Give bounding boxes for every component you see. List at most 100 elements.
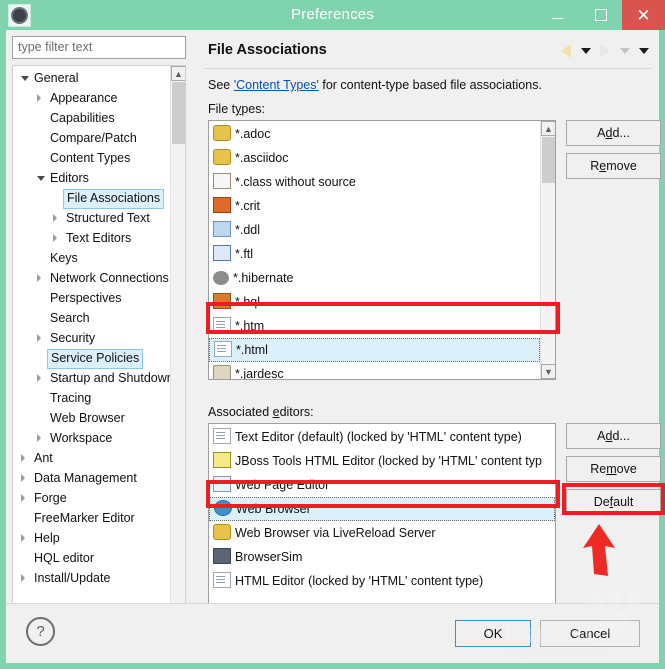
sidebar-item-startup-and-shutdown[interactable]: Startup and Shutdown bbox=[13, 368, 174, 388]
sidebar-item-label: Compare/Patch bbox=[50, 131, 137, 145]
sidebar-item-structured-text[interactable]: Structured Text bbox=[13, 208, 173, 228]
sidebar-item-text-editors[interactable]: Text Editors bbox=[13, 228, 173, 248]
tree-vertical-scrollbar[interactable]: ▲ ▼ bbox=[170, 66, 185, 624]
hint-prefix: See bbox=[208, 78, 234, 92]
sidebar-item-label: Content Types bbox=[50, 151, 131, 165]
help-icon[interactable]: ? bbox=[26, 617, 55, 646]
sidebar-item-freemarker-editor[interactable]: FreeMarker Editor bbox=[13, 508, 173, 528]
sidebar-item-capabilities[interactable]: Capabilities bbox=[13, 108, 173, 128]
preferences-tree[interactable]: General Appearance Capabilities Compare/Pat… bbox=[12, 65, 186, 625]
sidebar-item-appearance[interactable]: Appearance bbox=[13, 88, 173, 108]
list-item-label: *.asciidoc bbox=[235, 151, 289, 165]
sidebar-item-install-update[interactable]: Install/Update bbox=[13, 568, 173, 588]
sidebar-item-forge[interactable]: Forge bbox=[13, 488, 173, 508]
chevron-right-icon[interactable] bbox=[21, 574, 25, 582]
ddl-file-icon bbox=[213, 221, 231, 237]
sidebar-item-editors[interactable]: Editors bbox=[13, 168, 173, 188]
list-item[interactable]: *.crit bbox=[209, 194, 540, 218]
sidebar-item-keys[interactable]: Keys bbox=[13, 248, 173, 268]
list-item[interactable]: *.jardesc bbox=[209, 362, 540, 380]
sidebar-item-label: HQL editor bbox=[34, 551, 94, 565]
sidebar-item-service-policies[interactable]: Service Policies bbox=[13, 348, 173, 369]
minimize-button[interactable] bbox=[536, 0, 579, 30]
sidebar-item-workspace[interactable]: Workspace bbox=[13, 428, 173, 448]
file-types-vertical-scrollbar[interactable]: ▲ ▼ bbox=[540, 121, 555, 379]
associated-editors-list[interactable]: Text Editor (default) (locked by 'HTML' … bbox=[208, 423, 556, 623]
list-item[interactable]: *.class without source bbox=[209, 170, 540, 194]
list-item[interactable]: *.ftl bbox=[209, 242, 540, 266]
list-item-label: *.jardesc bbox=[235, 367, 284, 380]
file-types-add-button[interactable]: Ad d... bbox=[566, 120, 661, 146]
file-types-scroll-up-icon[interactable]: ▲ bbox=[541, 121, 555, 136]
sidebar-item-help[interactable]: Help bbox=[13, 528, 173, 548]
list-item[interactable]: BrowserSim bbox=[209, 545, 555, 569]
ok-button[interactable]: OK bbox=[455, 620, 531, 647]
sidebar-item-compare-patch[interactable]: Compare/Patch bbox=[13, 128, 173, 148]
list-item[interactable]: Text Editor (default) (locked by 'HTML' … bbox=[209, 425, 555, 449]
back-arrow-icon[interactable] bbox=[561, 43, 572, 58]
chevron-right-icon[interactable] bbox=[21, 454, 25, 462]
sidebar-item-general[interactable]: General bbox=[13, 68, 173, 88]
list-item-label: Web Browser via LiveReload Server bbox=[235, 526, 436, 540]
chevron-down-icon[interactable] bbox=[37, 176, 45, 181]
sidebar-item-label: Security bbox=[50, 331, 96, 345]
sidebar-item-label: Help bbox=[34, 531, 60, 545]
forward-arrow-icon[interactable] bbox=[600, 43, 611, 58]
sidebar-item-web-browser[interactable]: Web Browser bbox=[13, 408, 173, 428]
chevron-right-icon[interactable] bbox=[37, 94, 41, 102]
chevron-right-icon[interactable] bbox=[53, 234, 57, 242]
sidebar-item-tracing[interactable]: Tracing bbox=[13, 388, 173, 408]
sidebar-item-perspectives[interactable]: Perspectives bbox=[13, 288, 173, 308]
chevron-right-icon[interactable] bbox=[53, 214, 57, 222]
list-item[interactable]: HTML Editor (locked by 'HTML' content ty… bbox=[209, 569, 555, 593]
list-item-label: *.ftl bbox=[235, 247, 254, 261]
page-navigation-icons bbox=[556, 42, 649, 62]
sidebar-item-content-types[interactable]: Content Types bbox=[13, 148, 173, 168]
list-item-label: *.html bbox=[236, 343, 268, 357]
list-item[interactable]: *.html bbox=[209, 338, 540, 362]
file-types-list[interactable]: *.adoc *.asciidoc *.class without source *.… bbox=[208, 120, 556, 380]
file-types-remove-button[interactable]: Re move bbox=[566, 153, 661, 179]
associated-editors-add-button[interactable]: Ad d... bbox=[566, 423, 661, 449]
sidebar-item-label: Ant bbox=[34, 451, 53, 465]
sidebar-item-file-associations[interactable]: File Associations bbox=[13, 188, 173, 209]
document-icon bbox=[214, 341, 232, 357]
forward-menu-chevron-down-icon[interactable] bbox=[619, 47, 630, 54]
back-menu-chevron-down-icon[interactable] bbox=[580, 47, 591, 54]
chevron-right-icon[interactable] bbox=[37, 274, 41, 282]
maximize-button[interactable] bbox=[579, 0, 622, 30]
chevron-right-icon[interactable] bbox=[37, 374, 41, 382]
sidebar-item-data-management[interactable]: Data Management bbox=[13, 468, 173, 488]
assoc-label-mnemonic: e bbox=[272, 405, 280, 419]
sidebar-item-label: Appearance bbox=[50, 91, 118, 105]
list-item[interactable]: *.adoc bbox=[209, 122, 540, 146]
list-item[interactable]: Web Browser via LiveReload Server bbox=[209, 521, 555, 545]
sidebar-item-security[interactable]: Security bbox=[13, 328, 173, 348]
file-types-scroll-thumb[interactable] bbox=[542, 137, 555, 183]
tree-scroll-thumb[interactable] bbox=[172, 82, 185, 144]
close-button[interactable]: ✕ bbox=[622, 0, 665, 30]
filter-input[interactable]: type filter text bbox=[12, 36, 186, 59]
content-types-link[interactable]: 'Content Types' bbox=[234, 78, 319, 92]
sidebar-item-search[interactable]: Search bbox=[13, 308, 173, 328]
scroll-up-icon[interactable]: ▲ bbox=[171, 66, 185, 81]
file-types-scroll-down-icon[interactable]: ▼ bbox=[541, 364, 555, 379]
chevron-right-icon[interactable] bbox=[21, 474, 25, 482]
list-item[interactable]: *.hibernate bbox=[209, 266, 540, 290]
list-item[interactable]: *.asciidoc bbox=[209, 146, 540, 170]
title-divider bbox=[204, 68, 651, 69]
sidebar-item-hql-editor[interactable]: HQL editor bbox=[13, 548, 173, 568]
chevron-right-icon[interactable] bbox=[21, 534, 25, 542]
chevron-down-icon[interactable] bbox=[21, 76, 29, 81]
list-item[interactable]: JBoss Tools HTML Editor (locked by 'HTML… bbox=[209, 449, 555, 473]
sidebar-item-ant[interactable]: Ant bbox=[13, 448, 173, 468]
livereload-icon bbox=[213, 524, 231, 540]
view-menu-chevron-down-icon[interactable] bbox=[639, 47, 649, 54]
sidebar-item-network-connections[interactable]: Network Connections bbox=[13, 268, 173, 288]
chevron-right-icon[interactable] bbox=[21, 494, 25, 502]
list-item[interactable]: *.ddl bbox=[209, 218, 540, 242]
associated-editors-remove-button[interactable]: Re m ove bbox=[566, 456, 661, 482]
chevron-right-icon[interactable] bbox=[37, 334, 41, 342]
chevron-right-icon[interactable] bbox=[37, 434, 41, 442]
sidebar-item-label: Editors bbox=[50, 171, 89, 185]
